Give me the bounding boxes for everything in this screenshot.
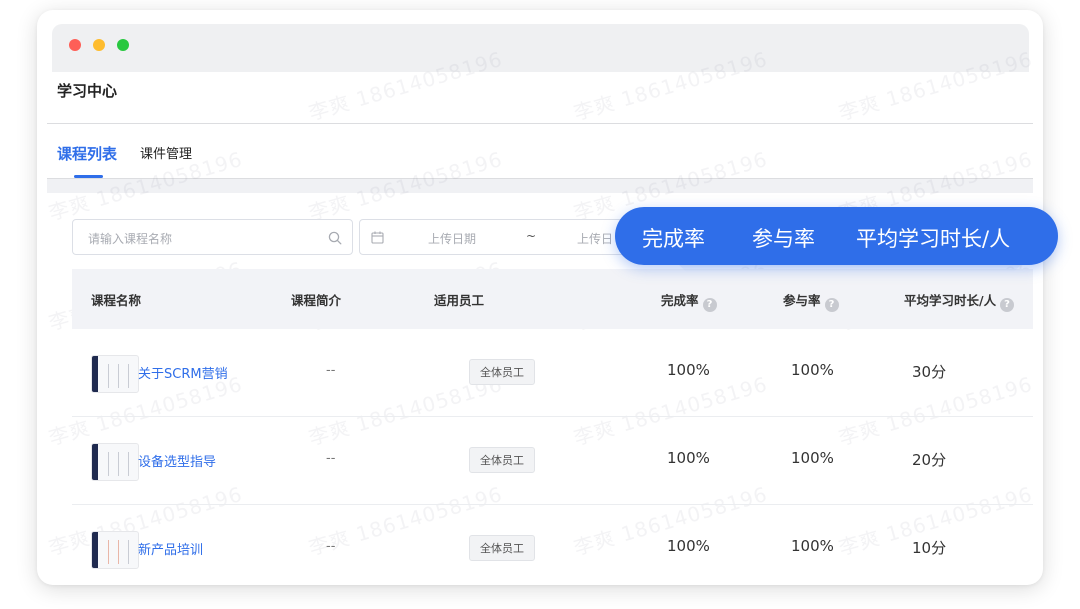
course-name-link[interactable]: 新产品培训 [138, 539, 203, 558]
participation-rate: 100% [791, 361, 834, 379]
callout-avg-time: 平均学习时长/人 [856, 227, 1011, 251]
search-icon[interactable] [328, 231, 342, 245]
filter-layer: 请输入课程名称 上传日期 ~ 上传日 课程名称 课程简介 适用员工 完成率? 参… [37, 10, 1043, 585]
metrics-callout: 完成率 参与率 平均学习时长/人 [615, 207, 1058, 265]
thumbnail-line [118, 364, 119, 388]
thumbnail-line [108, 364, 109, 388]
course-name-link[interactable]: 关于SCRM营销 [138, 363, 228, 382]
audience-tag: 全体员工 [469, 535, 535, 561]
course-intro: -- [326, 539, 336, 554]
upload-date-range-picker[interactable]: 上传日期 ~ 上传日 [359, 219, 659, 255]
header-audience: 适用员工 [434, 293, 485, 308]
header-participation-rate: 参与率? [783, 290, 839, 312]
thumbnail-spine [92, 356, 98, 392]
thumbnail-line [128, 364, 129, 388]
participation-rate: 100% [791, 449, 834, 467]
date-end-placeholder[interactable]: 上传日 [577, 230, 613, 247]
calendar-icon [371, 231, 384, 244]
audience-tag: 全体员工 [469, 359, 535, 385]
completion-rate: 100% [667, 449, 710, 467]
course-thumbnail[interactable] [91, 443, 139, 481]
date-start-placeholder[interactable]: 上传日期 [428, 230, 476, 247]
avg-study-time: 30分 [912, 363, 947, 381]
callout-completion-rate: 完成率 [642, 227, 705, 251]
course-search-input[interactable]: 请输入课程名称 [72, 219, 353, 255]
header-completion-rate-label: 完成率 [661, 293, 699, 308]
table-row: 关于SCRM营销 -- 全体员工 100% 100% 30分 [72, 329, 1033, 417]
date-separator: ~ [526, 229, 537, 243]
course-name-link[interactable]: 设备选型指导 [138, 451, 216, 470]
course-intro: -- [326, 363, 336, 378]
avg-study-time: 10分 [912, 539, 947, 557]
thumbnail-line [118, 452, 119, 476]
question-icon[interactable]: ? [702, 298, 717, 312]
table-row: 设备选型指导 -- 全体员工 100% 100% 20分 [72, 417, 1033, 505]
participation-rate: 100% [791, 537, 834, 555]
table-header: 课程名称 课程简介 适用员工 完成率? 参与率? 平均学习时长/人? [72, 269, 1033, 329]
header-course-intro: 课程简介 [291, 293, 342, 308]
question-icon[interactable]: ? [1000, 298, 1015, 312]
header-course-name: 课程名称 [91, 293, 142, 308]
thumbnail-line [128, 540, 129, 564]
audience-tag: 全体员工 [469, 447, 535, 473]
avg-study-time: 20分 [912, 451, 947, 469]
header-completion-rate: 完成率? [661, 290, 717, 312]
thumbnail-line [108, 452, 109, 476]
thumbnail-line [128, 452, 129, 476]
course-intro: -- [326, 451, 336, 466]
search-placeholder: 请输入课程名称 [88, 232, 173, 246]
thumbnail-line [108, 540, 109, 564]
course-thumbnail[interactable] [91, 531, 139, 569]
course-thumbnail[interactable] [91, 355, 139, 393]
callout-participation-rate: 参与率 [752, 227, 815, 251]
thumbnail-line [118, 540, 119, 564]
completion-rate: 100% [667, 361, 710, 379]
header-avg-time-label: 平均学习时长/人 [904, 293, 997, 308]
header-avg-time: 平均学习时长/人? [904, 290, 1015, 312]
question-icon[interactable]: ? [824, 298, 839, 312]
thumbnail-spine [92, 532, 98, 568]
header-participation-rate-label: 参与率 [783, 293, 821, 308]
completion-rate: 100% [667, 537, 710, 555]
thumbnail-spine [92, 444, 98, 480]
table-row: 新产品培训 -- 全体员工 100% 100% 10分 [72, 505, 1033, 593]
